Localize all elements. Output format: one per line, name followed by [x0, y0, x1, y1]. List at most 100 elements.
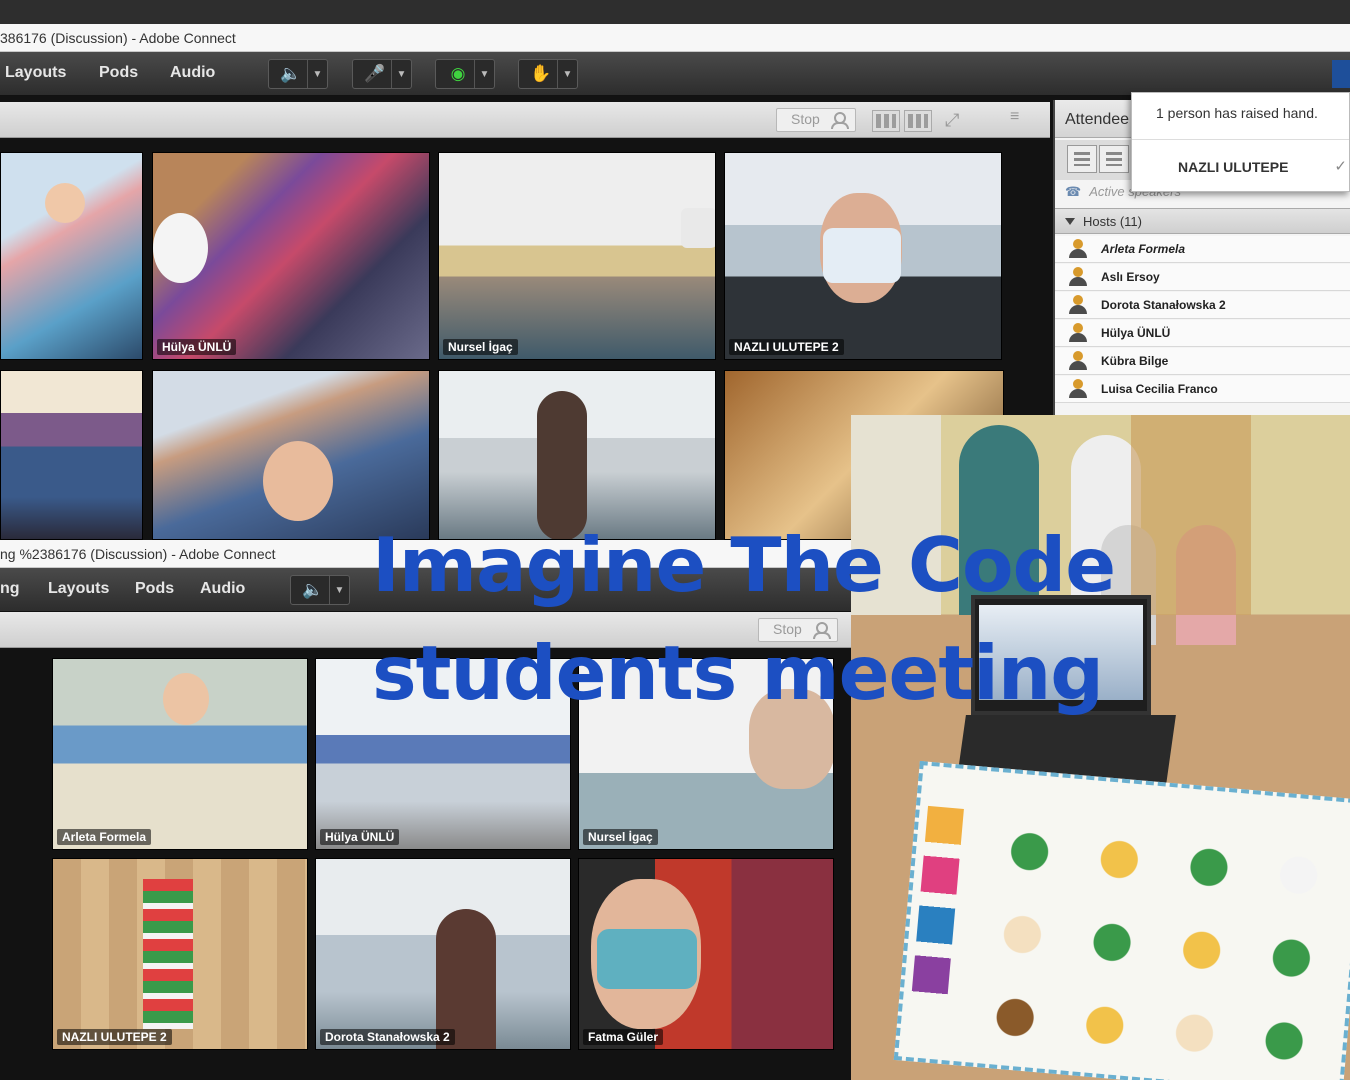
hosts-label: Hosts (11) — [1083, 214, 1142, 229]
participant-name: Hülya ÜNLÜ — [320, 829, 400, 845]
raise-hand-toggle[interactable]: ✋ ▼ — [518, 59, 578, 89]
attendee-name: Kübra Bilge — [1101, 354, 1169, 368]
attendee-name: Dorota Stanałowska 2 — [1101, 298, 1226, 312]
attendees-title: Attendee — [1065, 111, 1130, 128]
pod-menu-icon[interactable]: ≡ — [1010, 108, 1019, 126]
participant-name: Nursel İgaç — [443, 339, 518, 355]
attendee-row[interactable]: Arleta Formela — [1055, 236, 1350, 263]
participant-face — [45, 183, 85, 223]
video-tile[interactable]: Fatma Güler — [578, 858, 834, 1050]
menu-layouts[interactable]: Layouts — [48, 580, 109, 598]
video-pod-toolbar: Stop ⤢ ≡ — [0, 102, 1050, 138]
filmstrip-view-icon[interactable] — [904, 110, 932, 132]
attendee-row[interactable]: Dorota Stanałowska 2 — [1055, 292, 1350, 319]
desktop-strip — [0, 0, 1350, 24]
chevron-down-icon[interactable]: ▼ — [307, 60, 327, 88]
coding-board — [893, 760, 1350, 1080]
video-tile[interactable]: Hülya ÜNLÜ — [152, 152, 430, 360]
chevron-down-icon[interactable]: ▼ — [329, 576, 349, 604]
speaker-toggle[interactable]: 🔈 ▼ — [268, 59, 328, 89]
attendee-row[interactable]: Hülya ÜNLÜ — [1055, 320, 1350, 347]
speaker-toggle[interactable]: 🔈 ▼ — [290, 575, 350, 605]
participant-name: Arleta Formela — [57, 829, 152, 845]
collapse-arrow-icon — [1065, 218, 1075, 225]
window-title: 386176 (Discussion) - Adobe Connect — [0, 30, 236, 46]
chevron-down-icon[interactable]: ▼ — [474, 60, 494, 88]
menu-layouts[interactable]: Layouts — [5, 64, 66, 82]
video-tile[interactable]: Arleta Formela — [52, 658, 308, 850]
board-grid — [968, 801, 1350, 1080]
menu-pods[interactable]: Pods — [99, 64, 138, 82]
expand-icon[interactable] — [1099, 145, 1129, 173]
participant-name: Fatma Güler — [583, 1029, 664, 1045]
menu-pods[interactable]: Pods — [135, 580, 174, 598]
color-cards — [910, 805, 964, 1009]
raise-hand-icon: ✋ — [530, 64, 552, 83]
chevron-down-icon[interactable]: ▼ — [391, 60, 411, 88]
attendee-name: Aslı Ersoy — [1101, 270, 1160, 284]
stop-label: Stop — [791, 111, 820, 127]
video-tile[interactable]: Dorota Stanałowska 2 — [315, 858, 571, 1050]
help-button[interactable] — [1332, 60, 1350, 88]
menu-meeting[interactable]: ng — [0, 580, 20, 598]
camera-toggle[interactable]: ◉ ▼ — [435, 59, 495, 89]
video-tile[interactable]: Nursel İgaç — [438, 152, 716, 360]
face-mask — [153, 213, 208, 283]
stop-button[interactable]: Stop — [776, 108, 856, 132]
attendee-row[interactable]: Luisa Cecilia Franco — [1055, 376, 1350, 403]
microphone-toggle[interactable]: 🎤 ▼ — [352, 59, 412, 89]
video-tile[interactable]: NAZLI ULUTEPE 2 — [724, 152, 1002, 360]
host-avatar-icon — [1069, 295, 1087, 315]
participant-name: Dorota Stanałowska 2 — [320, 1029, 455, 1045]
participant-face — [263, 441, 333, 521]
attendee-row[interactable]: Aslı Ersoy — [1055, 264, 1350, 291]
host-avatar-icon — [1069, 267, 1087, 287]
list-view-icon[interactable] — [1067, 145, 1097, 173]
host-avatar-icon — [1069, 323, 1087, 343]
participant-name: NAZLI ULUTEPE 2 — [729, 339, 844, 355]
video-tile[interactable]: NAZLI ULUTEPE 2 — [52, 858, 308, 1050]
speaker-icon: 🔈 — [280, 64, 302, 83]
face-mask — [823, 228, 901, 283]
face-mask — [597, 929, 697, 989]
host-avatar-icon — [1069, 379, 1087, 399]
fullscreen-icon[interactable]: ⤢ — [945, 110, 967, 132]
menu-bar: Layouts Pods Audio 🔈 ▼ 🎤 ▼ ◉ ▼ ✋ ▼ — [0, 52, 1350, 96]
check-icon[interactable]: ✓ — [1334, 157, 1347, 175]
headline-line-1: Imagine The Code — [372, 521, 1116, 609]
participant-figure — [436, 909, 496, 1049]
participant-name: NAZLI ULUTEPE 2 — [57, 1029, 172, 1045]
face-mask — [681, 208, 715, 248]
attendee-name: Arleta Formela — [1101, 242, 1186, 256]
participant-figure — [537, 391, 587, 539]
person-icon — [831, 112, 849, 129]
participant-name: Nursel İgaç — [583, 829, 658, 845]
grid-view-icon[interactable] — [872, 110, 900, 132]
attendee-row[interactable]: Kübra Bilge — [1055, 348, 1350, 375]
video-tile[interactable] — [152, 370, 430, 540]
attendee-name: Hülya ÜNLÜ — [1101, 326, 1171, 340]
cabinet — [1131, 415, 1251, 615]
participant-name: Hülya ÜNLÜ — [157, 339, 237, 355]
coding-cards — [143, 879, 193, 1029]
host-avatar-icon — [1069, 239, 1087, 259]
menu-audio[interactable]: Audio — [200, 580, 245, 598]
classroom-photo — [851, 415, 1350, 1080]
title-bar: 386176 (Discussion) - Adobe Connect — [0, 24, 1350, 52]
attendee-name: Luisa Cecilia Franco — [1101, 382, 1218, 396]
video-tile[interactable] — [0, 370, 143, 540]
raised-hand-message: 1 person has raised hand. — [1156, 105, 1318, 121]
chevron-down-icon[interactable]: ▼ — [557, 60, 577, 88]
adobe-connect-window-bottom: ng %2386176 (Discussion) - Adobe Connect… — [0, 540, 851, 1080]
video-tile[interactable] — [438, 370, 716, 540]
participant-face — [163, 673, 209, 725]
speaker-icon: 🔈 — [302, 580, 324, 599]
window-title: ng %2386176 (Discussion) - Adobe Connect — [0, 546, 276, 562]
webcam-icon: ◉ — [450, 64, 466, 83]
hosts-group-header[interactable]: Hosts (11) — [1055, 208, 1350, 234]
microphone-icon: 🎤 — [364, 64, 386, 83]
raised-hand-person[interactable]: NAZLI ULUTEPE — [1178, 159, 1288, 175]
raised-hand-popup: 1 person has raised hand. NAZLI ULUTEPE … — [1131, 92, 1350, 192]
video-tile[interactable] — [0, 152, 143, 360]
menu-audio[interactable]: Audio — [170, 64, 215, 82]
